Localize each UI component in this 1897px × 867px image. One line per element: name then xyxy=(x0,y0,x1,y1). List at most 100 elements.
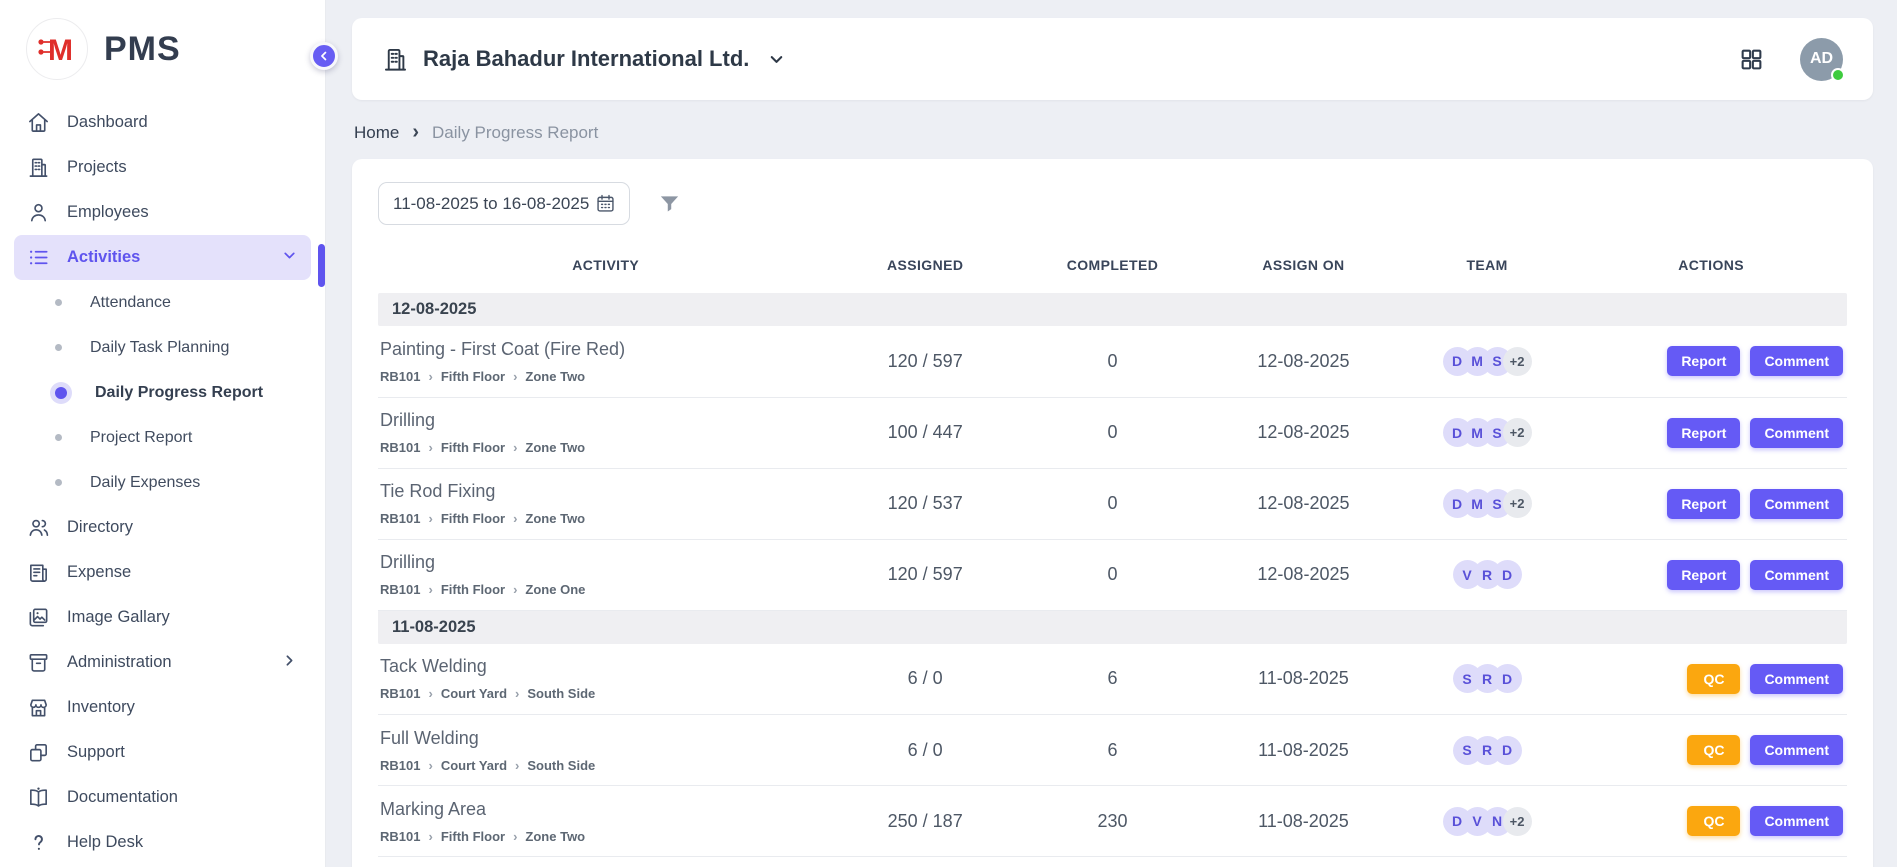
table-row: Drilling RB101Fifth FloorZone Two 120 / … xyxy=(378,857,1847,867)
comment-button[interactable]: Comment xyxy=(1750,346,1843,376)
sidebar-item-activities[interactable]: Activities xyxy=(14,235,311,280)
sidebar-item-inventory[interactable]: Inventory xyxy=(14,685,311,730)
assigned-value: 120 / 597 xyxy=(833,539,1017,610)
sidebar-nav: Dashboard Projects Employees Activities … xyxy=(0,94,325,865)
report-button[interactable]: Report xyxy=(1667,489,1740,519)
sidebar: M PMS Dashboard Projects Employees Activ… xyxy=(0,0,325,867)
sidebar-item-projects[interactable]: Projects xyxy=(14,145,311,190)
assigned-value: 6 / 0 xyxy=(833,715,1017,786)
sidebar-item-attendance[interactable]: Attendance xyxy=(14,280,311,325)
report-button[interactable]: Report xyxy=(1667,346,1740,376)
path-project: RB101 xyxy=(380,758,420,773)
team-avatar[interactable]: D xyxy=(1493,664,1522,693)
chevron-right-icon xyxy=(505,440,525,455)
comment-button[interactable]: Comment xyxy=(1750,489,1843,519)
apps-grid-button[interactable] xyxy=(1739,47,1764,72)
sidebar-item-label: Help Desk xyxy=(67,833,143,852)
activity-name: Drilling xyxy=(378,552,833,573)
comment-button[interactable]: Comment xyxy=(1750,418,1843,448)
breadcrumb-current: Daily Progress Report xyxy=(432,123,598,143)
sidebar-item-daily-expenses[interactable]: Daily Expenses xyxy=(14,460,311,505)
sidebar-item-support[interactable]: Support xyxy=(14,730,311,775)
team-more-badge[interactable]: +2 xyxy=(1503,489,1532,518)
chevron-right-icon xyxy=(420,829,440,844)
sidebar-item-label: Expense xyxy=(67,563,131,582)
assign-on-date: 11-08-2025 xyxy=(1208,715,1399,786)
sidebar-collapse-button[interactable] xyxy=(310,42,338,70)
avatar-initials: AD xyxy=(1810,50,1833,68)
store-icon xyxy=(27,696,50,719)
svg-text:M: M xyxy=(48,34,73,67)
activity-path: RB101Fifth FloorZone Two xyxy=(378,369,833,384)
sidebar-item-help-desk[interactable]: Help Desk xyxy=(14,820,311,865)
sidebar-item-daily-task-planning[interactable]: Daily Task Planning xyxy=(14,325,311,370)
sidebar-item-dashboard[interactable]: Dashboard xyxy=(14,100,311,145)
column-header-assign-on: ASSIGN ON xyxy=(1208,241,1399,293)
sidebar-item-directory[interactable]: Directory xyxy=(14,505,311,550)
comment-button[interactable]: Comment xyxy=(1750,560,1843,590)
date-range-input[interactable]: 11-08-2025 to 16-08-2025 xyxy=(378,182,630,225)
column-header-actions: ACTIONS xyxy=(1575,241,1847,293)
archive-box-icon xyxy=(27,651,50,674)
team-avatars: DMS+2 xyxy=(1399,418,1575,447)
image-icon xyxy=(27,606,50,629)
sidebar-item-image-gallery[interactable]: Image Gallary xyxy=(14,595,311,640)
sidebar-item-expense[interactable]: Expense xyxy=(14,550,311,595)
activity-path: RB101Fifth FloorZone Two xyxy=(378,511,833,526)
sidebar-item-label: Support xyxy=(67,743,125,762)
company-selector[interactable]: Raja Bahadur International Ltd. xyxy=(382,46,786,73)
team-avatar[interactable]: D xyxy=(1493,736,1522,765)
question-mark-icon xyxy=(27,831,50,854)
sidebar-item-label: Image Gallary xyxy=(67,608,170,627)
report-panel: 11-08-2025 to 16-08-2025 ACTIVITY ASSIGN… xyxy=(352,159,1873,867)
path-floor: Fifth Floor xyxy=(441,369,505,384)
activity-name: Tie Rod Fixing xyxy=(378,481,833,502)
team-avatar[interactable]: D xyxy=(1493,560,1522,589)
user-avatar[interactable]: AD xyxy=(1800,38,1843,81)
filter-button[interactable] xyxy=(658,192,681,215)
qc-button[interactable]: QC xyxy=(1687,664,1740,694)
chevron-right-icon xyxy=(420,758,440,773)
home-icon xyxy=(27,111,50,134)
breadcrumb-home-link[interactable]: Home xyxy=(354,123,399,143)
report-button[interactable]: Report xyxy=(1667,560,1740,590)
team-more-badge[interactable]: +2 xyxy=(1503,807,1532,836)
sidebar-item-administration[interactable]: Administration xyxy=(14,640,311,685)
completed-value: 6 xyxy=(1017,644,1208,715)
assign-on-date: 12-08-2025 xyxy=(1208,539,1399,610)
copy-squares-icon xyxy=(27,741,50,764)
qc-button[interactable]: QC xyxy=(1687,806,1740,836)
chevron-right-icon xyxy=(420,511,440,526)
sidebar-item-label: Dashboard xyxy=(67,113,148,132)
sidebar-item-documentation[interactable]: Documentation xyxy=(14,775,311,820)
main-area: Raja Bahadur International Ltd. AD Home … xyxy=(325,0,1897,867)
path-floor: Fifth Floor xyxy=(441,511,505,526)
table-row: Tack Welding RB101Court YardSouth Side 6… xyxy=(378,644,1847,715)
sidebar-item-employees[interactable]: Employees xyxy=(14,190,311,235)
building-icon xyxy=(382,46,409,73)
report-button[interactable]: Report xyxy=(1667,418,1740,448)
team-more-badge[interactable]: +2 xyxy=(1503,347,1532,376)
sidebar-item-daily-progress-report[interactable]: Daily Progress Report xyxy=(14,370,311,415)
comment-button[interactable]: Comment xyxy=(1750,735,1843,765)
table-header-row: ACTIVITY ASSIGNED COMPLETED ASSIGN ON TE… xyxy=(378,241,1847,293)
path-project: RB101 xyxy=(380,582,420,597)
chevron-down-icon xyxy=(281,247,298,269)
logo-mark-icon: M xyxy=(26,18,88,80)
assign-on-date: 12-08-2025 xyxy=(1208,468,1399,539)
comment-button[interactable]: Comment xyxy=(1750,806,1843,836)
sidebar-item-label: Project Report xyxy=(90,429,192,447)
team-avatars: SRD xyxy=(1399,664,1575,693)
table-row: Marking Area RB101Fifth FloorZone Two 25… xyxy=(378,786,1847,857)
bullet-dot-icon xyxy=(55,434,62,441)
filter-bar: 11-08-2025 to 16-08-2025 xyxy=(378,182,1847,225)
sidebar-item-project-report[interactable]: Project Report xyxy=(14,415,311,460)
path-floor: Court Yard xyxy=(441,686,507,701)
activity-name: Tack Welding xyxy=(378,656,833,677)
comment-button[interactable]: Comment xyxy=(1750,664,1843,694)
qc-button[interactable]: QC xyxy=(1687,735,1740,765)
path-floor: Fifth Floor xyxy=(441,829,505,844)
path-zone: South Side xyxy=(527,686,595,701)
team-more-badge[interactable]: +2 xyxy=(1503,418,1532,447)
completed-value: 0 xyxy=(1017,397,1208,468)
